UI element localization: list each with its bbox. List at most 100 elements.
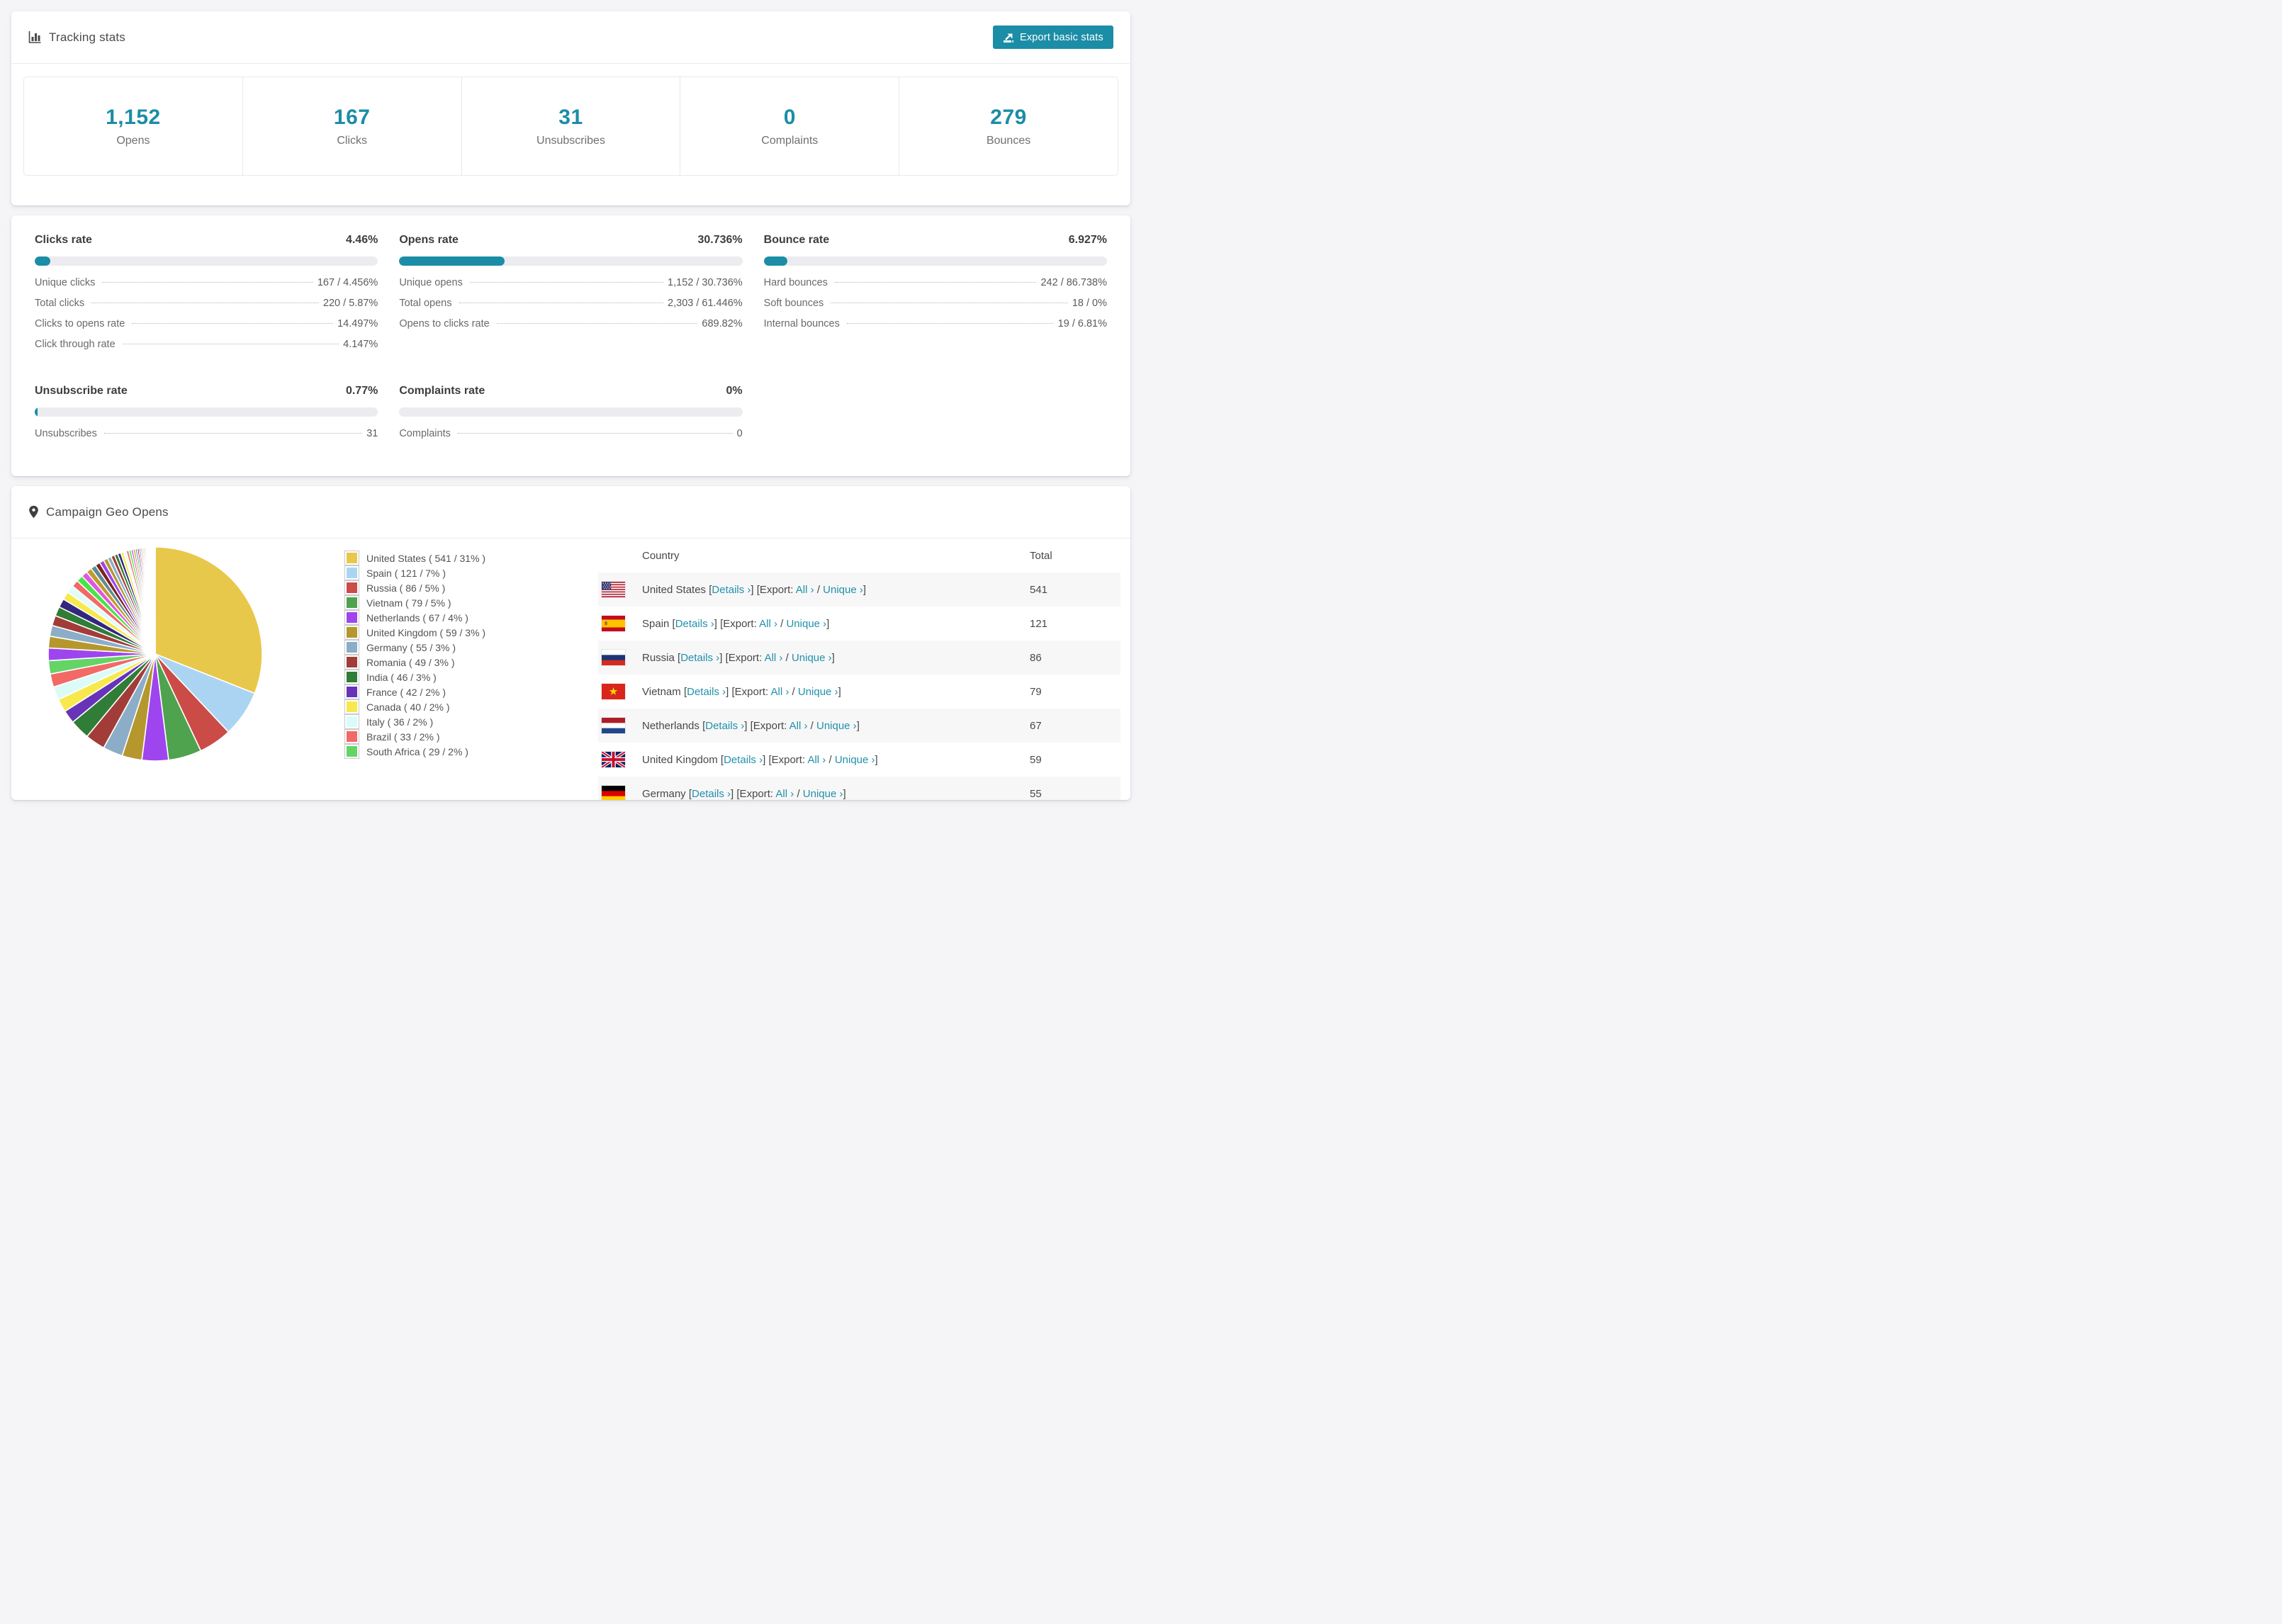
details-link[interactable]: Details › xyxy=(712,584,751,596)
rate-detail-value: 31 xyxy=(366,428,378,439)
export-unique-link[interactable]: Unique › xyxy=(792,652,832,664)
rate-value: 6.927% xyxy=(1068,234,1107,246)
slash: / xyxy=(792,685,795,698)
rate-detail-label: Unsubscribes xyxy=(35,428,97,439)
geo-header: Campaign Geo Opens xyxy=(11,486,1130,538)
stats-grid: 1,152 Opens 167 Clicks 31 Unsubscribes 0… xyxy=(23,77,1118,176)
rate-rows: Unsubscribes 31 xyxy=(35,428,378,449)
country-name: Netherlands xyxy=(642,719,699,732)
legend-label: Germany ( 55 / 3% ) xyxy=(366,641,456,653)
stat-value: 1,152 xyxy=(106,105,161,129)
rate-rows: Complaints 0 xyxy=(399,428,742,449)
slash: / xyxy=(828,753,832,766)
rate-detail-label: Unique clicks xyxy=(35,277,96,288)
export-prefix: [Export: xyxy=(725,651,763,664)
bracket: ] xyxy=(744,719,748,732)
dotted-leader xyxy=(102,282,313,283)
legend-swatch xyxy=(344,610,359,625)
stat-label: Unsubscribes xyxy=(536,134,605,147)
legend-item: Vietnam ( 79 / 5% ) xyxy=(344,595,578,610)
rate-detail-row: Clicks to opens rate 14.497% xyxy=(35,318,378,339)
campaign-geo-opens-card: Campaign Geo Opens United States ( 541 /… xyxy=(11,486,1130,800)
export-all-link[interactable]: All › xyxy=(771,686,789,698)
stat-label: Clicks xyxy=(337,134,368,147)
rate-title: Complaints rate xyxy=(399,385,485,397)
stat-box: 167 Clicks xyxy=(243,77,462,175)
rate-detail-value: 220 / 5.87% xyxy=(322,298,378,309)
rate-detail-label: Soft bounces xyxy=(763,298,824,309)
rate-detail-label: Clicks to opens rate xyxy=(35,318,125,329)
legend-item: India ( 46 / 3% ) xyxy=(344,670,578,684)
legend-swatch xyxy=(344,714,359,729)
rates-card: Clicks rate 4.46% Unique clicks 167 / 4.… xyxy=(11,215,1130,476)
legend-item: South Africa ( 29 / 2% ) xyxy=(344,744,578,759)
bracket: ] xyxy=(838,685,841,698)
slash: / xyxy=(797,787,800,800)
export-basic-stats-button[interactable]: Export basic stats xyxy=(992,26,1113,49)
rate-detail-row: Soft bounces 18 / 0% xyxy=(764,298,1107,318)
rate-title-row: Clicks rate 4.46% xyxy=(35,234,378,247)
rate-title: Opens rate xyxy=(399,234,459,246)
export-icon xyxy=(1003,33,1013,43)
export-all-link[interactable]: All › xyxy=(789,720,808,732)
geo-table-row: Germany [Details ›] [Export: All › / Uni… xyxy=(598,777,1120,800)
rate-detail-value: 4.147% xyxy=(343,339,378,350)
export-unique-link[interactable]: Unique › xyxy=(823,584,863,596)
rate-detail-label: Opens to clicks rate xyxy=(399,318,490,329)
legend-swatch xyxy=(344,595,359,610)
bracket: ] xyxy=(831,651,835,664)
geo-pie-chart[interactable] xyxy=(45,544,265,800)
geo-table: Country Total United States [Details ›] … xyxy=(598,538,1120,800)
legend-swatch xyxy=(344,699,359,714)
details-link[interactable]: Details › xyxy=(687,686,726,698)
export-all-link[interactable]: All › xyxy=(759,618,777,630)
export-unique-link[interactable]: Unique › xyxy=(816,720,857,732)
legend-item: Italy ( 36 / 2% ) xyxy=(344,714,578,729)
rate-title-row: Opens rate 30.736% xyxy=(399,234,742,247)
country-flag-icon xyxy=(598,786,642,800)
country-flag-icon xyxy=(598,752,642,767)
rate-progress-fill xyxy=(35,407,38,417)
export-all-link[interactable]: All › xyxy=(807,754,826,766)
country-total: 121 xyxy=(1030,617,1048,630)
details-link[interactable]: Details › xyxy=(724,754,763,766)
export-all-link[interactable]: All › xyxy=(765,652,783,664)
legend-item: United States ( 541 / 31% ) xyxy=(344,551,578,565)
rate-detail-label: Hard bounces xyxy=(763,277,828,288)
dotted-leader xyxy=(132,323,334,324)
rate-detail-value: 2,303 / 61.446% xyxy=(668,298,743,309)
legend-item: Germany ( 55 / 3% ) xyxy=(344,640,578,655)
export-basic-stats-label: Export basic stats xyxy=(1019,31,1103,43)
rate-rows: Unique opens 1,152 / 30.736% Total opens… xyxy=(399,277,742,339)
pie-chart-svg[interactable] xyxy=(45,544,265,764)
rates-grid: Clicks rate 4.46% Unique clicks 167 / 4.… xyxy=(11,215,1130,449)
rate-value: 0.77% xyxy=(345,385,378,397)
legend-swatch xyxy=(344,670,359,684)
legend-swatch xyxy=(344,551,359,565)
export-unique-link[interactable]: Unique › xyxy=(798,686,838,698)
export-unique-link[interactable]: Unique › xyxy=(835,754,875,766)
details-link[interactable]: Details › xyxy=(692,788,731,800)
legend-label: United States ( 541 / 31% ) xyxy=(366,552,486,564)
export-all-link[interactable]: All › xyxy=(775,788,794,800)
bracket: ] xyxy=(719,651,723,664)
details-link[interactable]: Details › xyxy=(705,720,744,732)
country-total: 67 xyxy=(1030,719,1042,732)
rate-progress-bar xyxy=(399,256,743,266)
details-link[interactable]: Details › xyxy=(675,618,714,630)
details-link[interactable]: Details › xyxy=(680,652,719,664)
country-total: 79 xyxy=(1030,685,1042,698)
rate-card: Clicks rate 4.46% Unique clicks 167 / 4.… xyxy=(35,234,378,359)
stat-value: 279 xyxy=(990,105,1027,129)
country-flag-icon xyxy=(598,718,642,733)
rate-detail-value: 242 / 86.738% xyxy=(1040,277,1107,288)
export-unique-link[interactable]: Unique › xyxy=(786,618,826,630)
export-prefix: [Export: xyxy=(736,787,774,800)
export-prefix: [Export: xyxy=(768,753,806,766)
export-unique-link[interactable]: Unique › xyxy=(803,788,843,800)
export-all-link[interactable]: All › xyxy=(796,584,814,596)
stat-box: 0 Complaints xyxy=(680,77,900,175)
export-prefix: [Export: xyxy=(720,617,757,630)
rate-detail-value: 14.497% xyxy=(337,318,378,329)
legend-label: Romania ( 49 / 3% ) xyxy=(366,656,455,668)
